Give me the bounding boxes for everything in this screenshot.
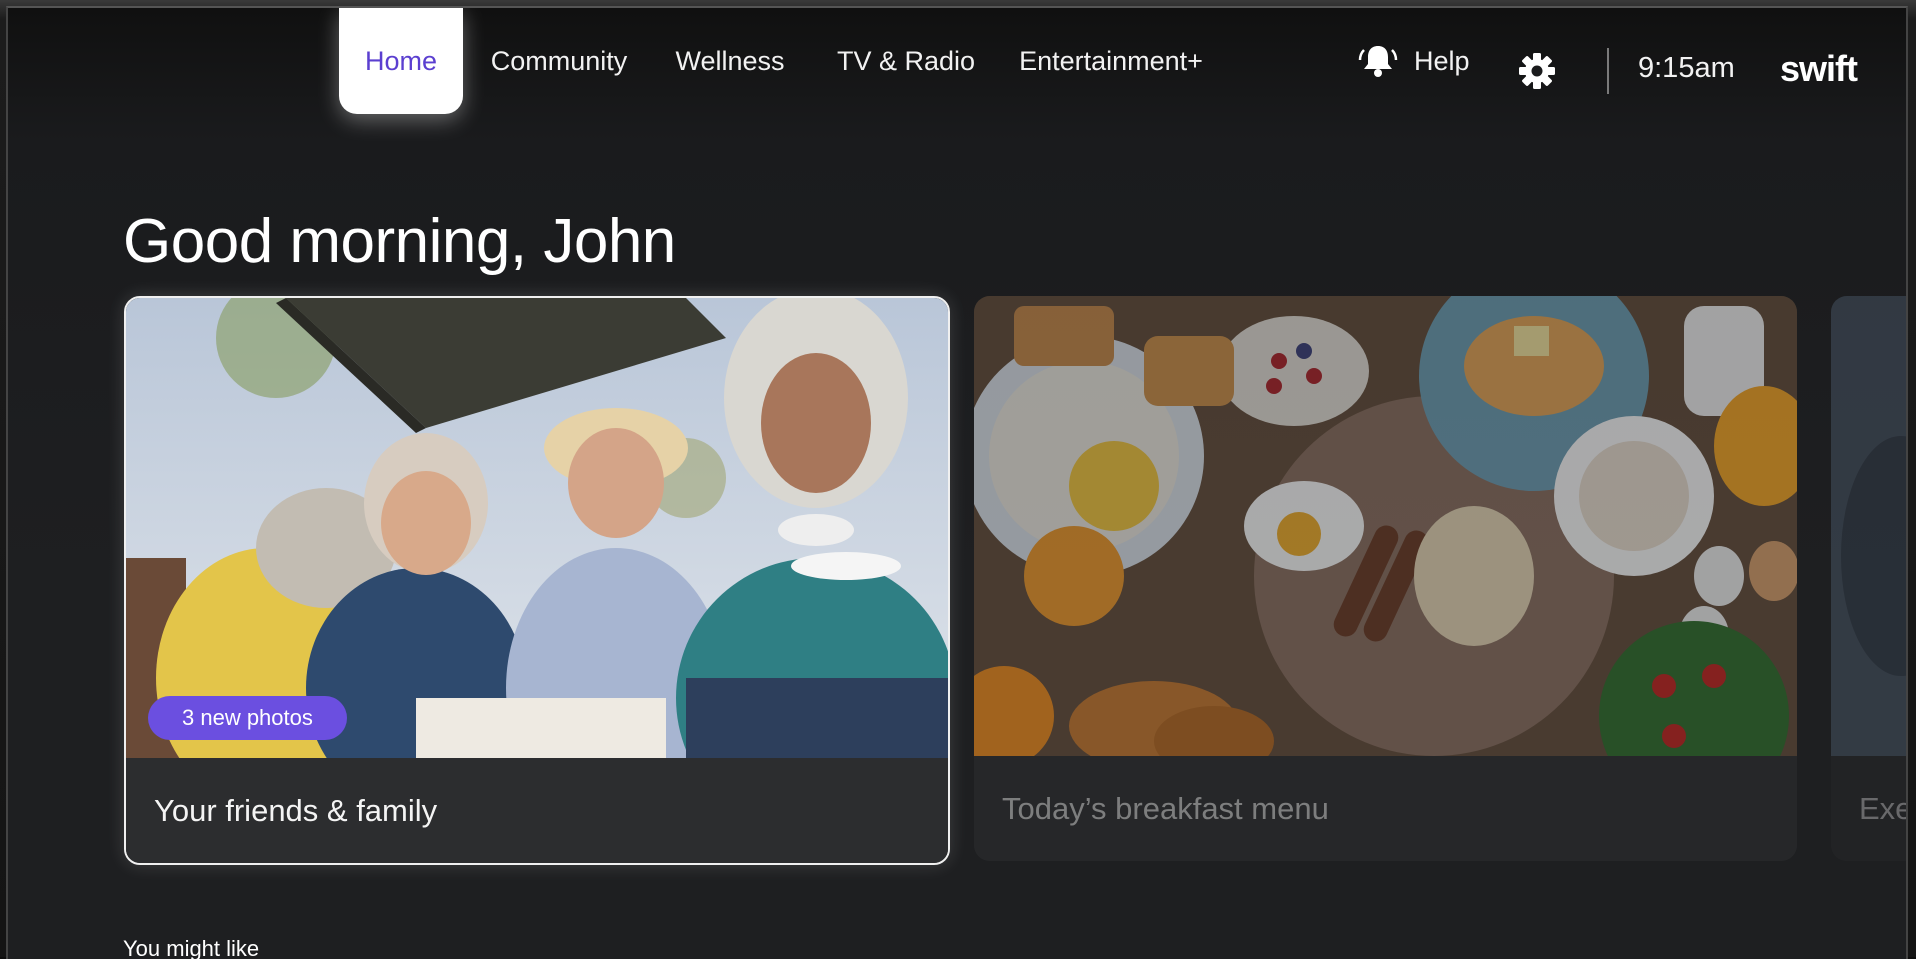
tab-tv-radio[interactable]: TV & Radio bbox=[826, 8, 986, 114]
card-partial[interactable]: Exe bbox=[1831, 296, 1906, 861]
greeting-title: Good morning, John bbox=[123, 207, 676, 276]
card-caption: Your friends & family bbox=[126, 758, 948, 863]
clock: 9:15am bbox=[1638, 52, 1735, 84]
breakfast-photo bbox=[974, 296, 1797, 756]
partial-card-photo bbox=[1831, 296, 1906, 756]
card-caption: Today’s breakfast menu bbox=[974, 756, 1797, 861]
help-label: Help bbox=[1414, 45, 1470, 76]
nav-divider bbox=[1607, 48, 1609, 94]
friends-photo bbox=[126, 298, 948, 758]
brand-logo: swift bbox=[1780, 48, 1858, 89]
card-breakfast-menu[interactable]: Today’s breakfast menu bbox=[974, 296, 1797, 861]
top-navigation: Home Community Wellness TV & Radio Enter… bbox=[8, 8, 1906, 118]
new-photos-badge: 3 new photos bbox=[148, 696, 347, 740]
card-caption: Exe bbox=[1831, 756, 1906, 861]
bell-icon bbox=[1358, 42, 1398, 80]
screen: Home Community Wellness TV & Radio Enter… bbox=[6, 6, 1908, 959]
card-friends-family[interactable]: 3 new photos Your friends & family bbox=[124, 296, 950, 865]
tab-home[interactable]: Home bbox=[339, 8, 463, 114]
help-button[interactable]: Help bbox=[1358, 8, 1470, 114]
section-you-might-like: You might like bbox=[123, 936, 260, 959]
tv-frame: Home Community Wellness TV & Radio Enter… bbox=[0, 0, 1916, 959]
tab-wellness[interactable]: Wellness bbox=[660, 8, 800, 114]
tab-community[interactable]: Community bbox=[478, 8, 640, 114]
tab-entertainment[interactable]: Entertainment+ bbox=[1006, 8, 1216, 114]
gear-icon[interactable] bbox=[1518, 52, 1556, 90]
